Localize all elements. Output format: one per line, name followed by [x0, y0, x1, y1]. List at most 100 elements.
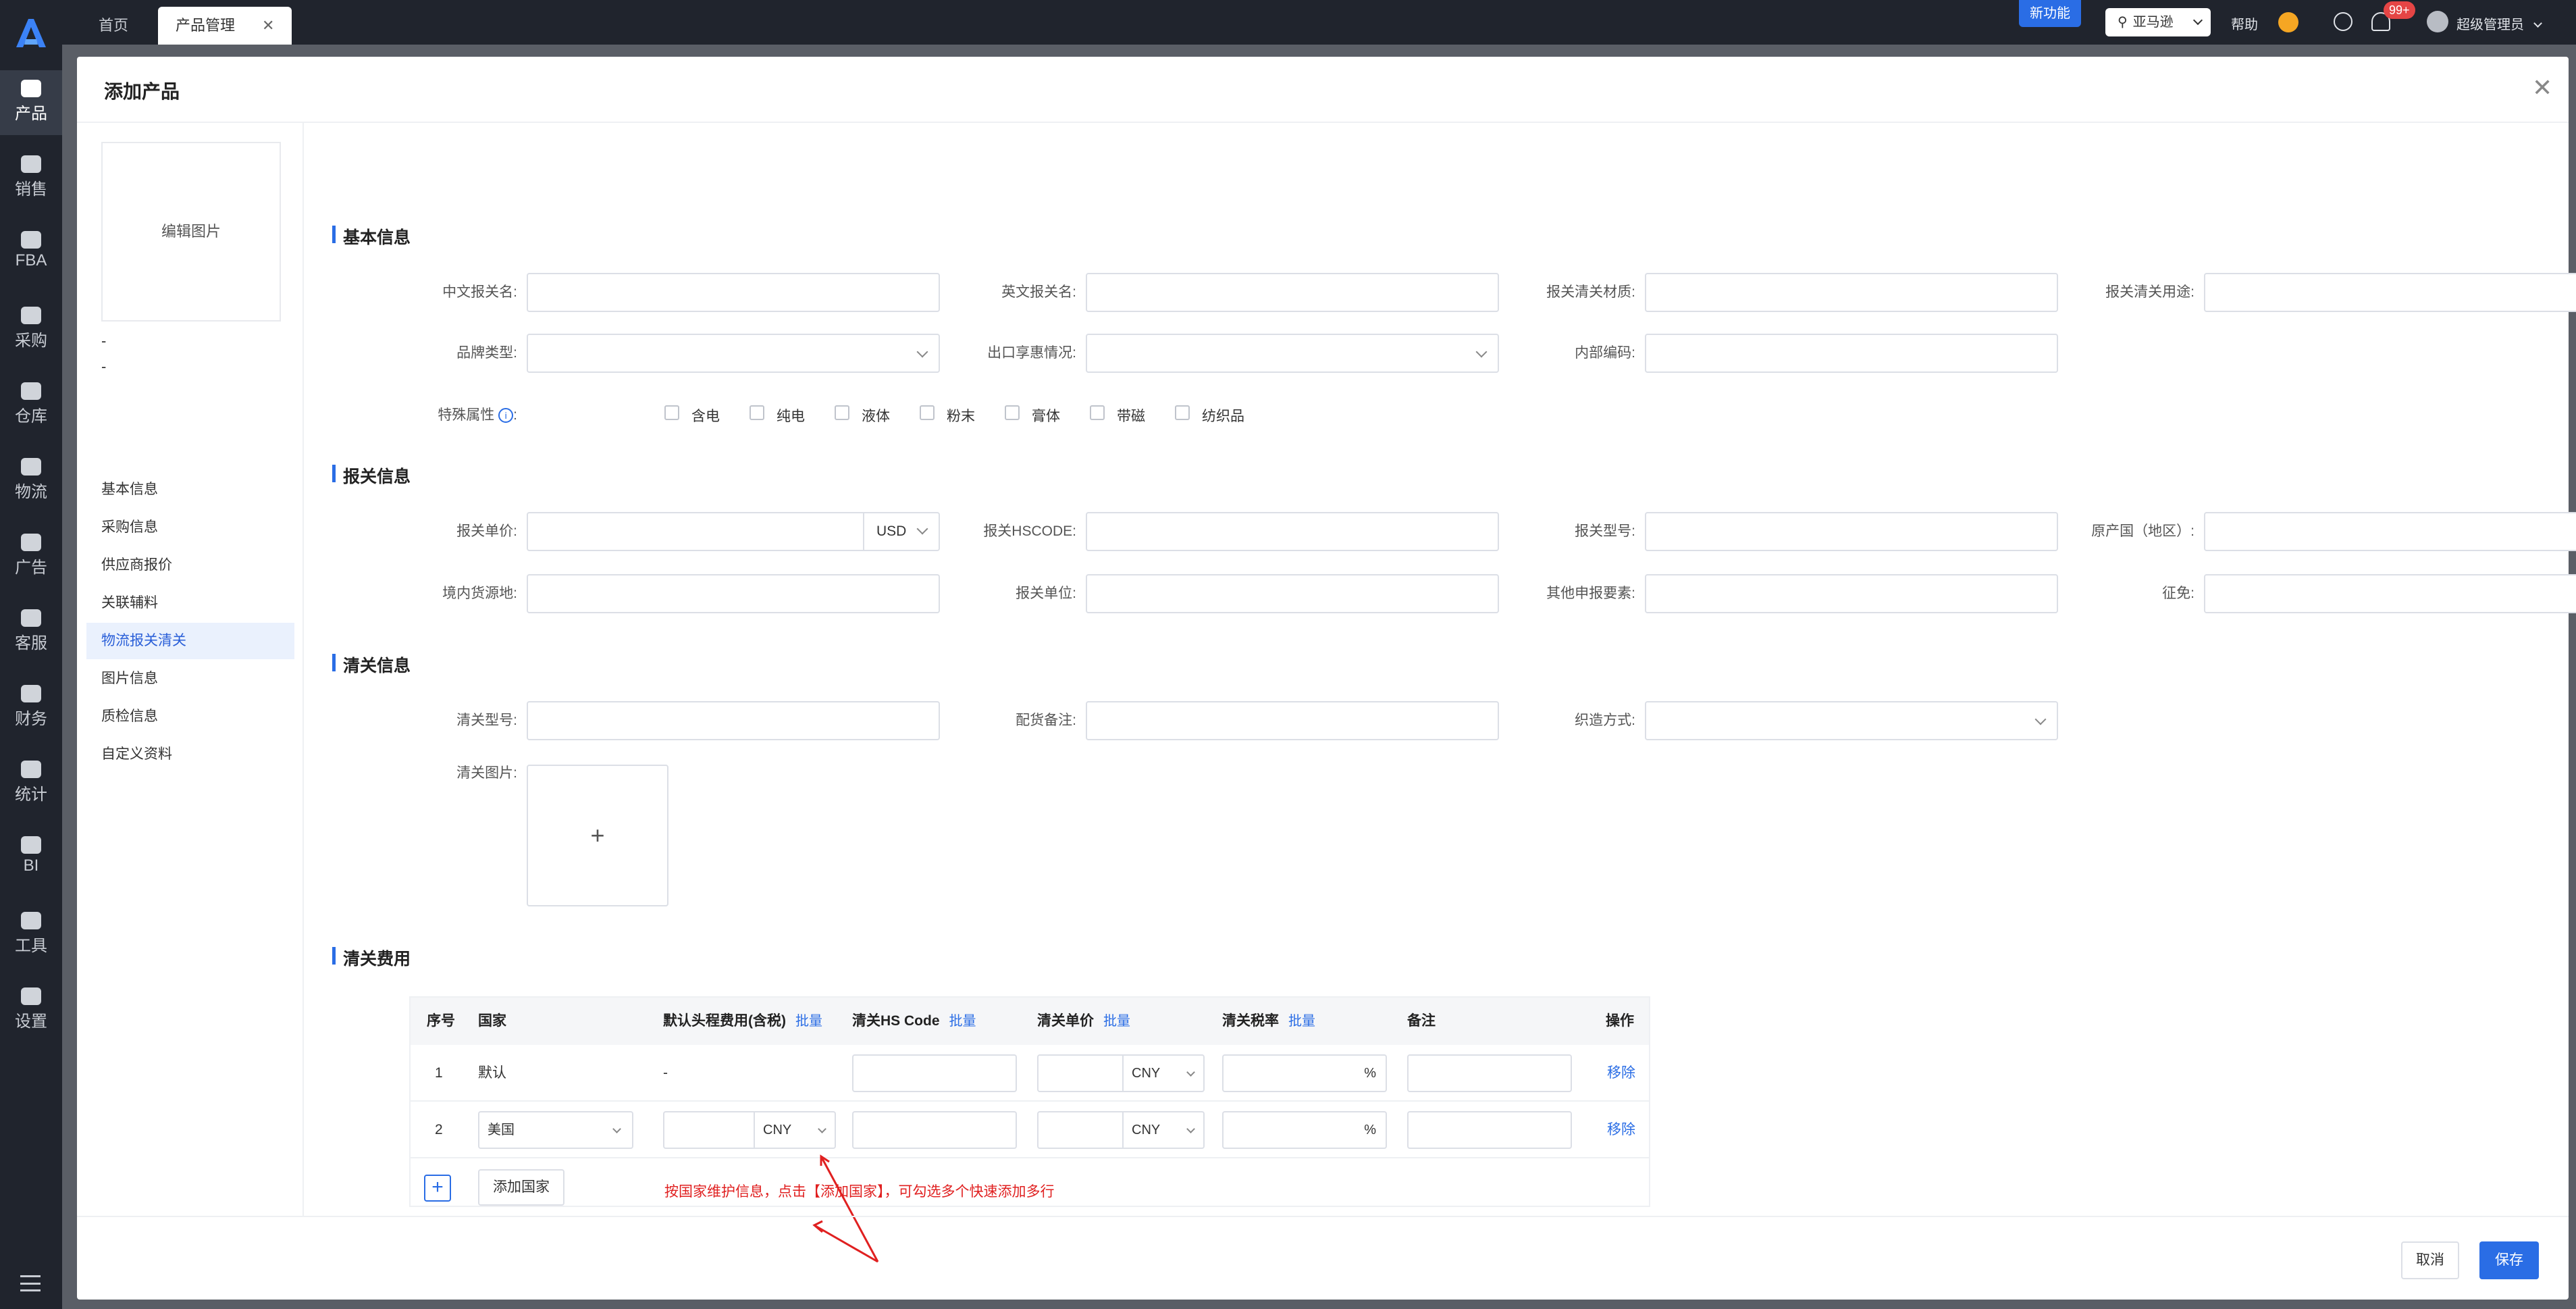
- tab-home[interactable]: 首页: [81, 7, 146, 45]
- avatar[interactable]: [2427, 11, 2448, 32]
- close-icon[interactable]: ✕: [262, 17, 274, 34]
- cn-name-input[interactable]: [527, 273, 940, 312]
- checkbox-magnetic[interactable]: [1090, 405, 1105, 420]
- usage-input[interactable]: [2204, 273, 2576, 312]
- nav-item-bi[interactable]: BI: [0, 827, 62, 892]
- close-icon[interactable]: ✕: [2532, 76, 2552, 100]
- origin-input[interactable]: [2204, 512, 2576, 551]
- add-product-modal: 添加产品 ✕ 编辑图片 - - 基本信息 采购信息 供应商报价 关联辅料 物流报…: [77, 57, 2576, 1300]
- side-item-custom[interactable]: 自定义资料: [86, 736, 294, 773]
- currency-value: CNY: [1132, 1123, 1161, 1137]
- notification-badge: 99+: [2384, 1, 2415, 19]
- side-item-accessory[interactable]: 关联辅料: [86, 585, 294, 621]
- remove-link[interactable]: 移除: [1607, 1045, 1635, 1102]
- nav-item-ads[interactable]: 广告: [0, 524, 62, 589]
- image-upload-button[interactable]: +: [527, 765, 668, 906]
- nav-item-label: FBA: [15, 251, 47, 270]
- nav-item-service[interactable]: 客服: [0, 600, 62, 665]
- side-item-qc[interactable]: 质检信息: [86, 698, 294, 735]
- nav-item-stats[interactable]: 统计: [0, 751, 62, 816]
- batch-link[interactable]: 批量: [1103, 1014, 1130, 1029]
- side-item-purchase[interactable]: 采购信息: [86, 509, 294, 546]
- nav-item-purchase[interactable]: 采购: [0, 297, 62, 362]
- currency-value: USD: [876, 523, 907, 539]
- help-link[interactable]: 帮助: [2231, 14, 2258, 33]
- tab-product-management[interactable]: 产品管理 ✕: [158, 7, 292, 45]
- remove-link[interactable]: 移除: [1607, 1102, 1635, 1158]
- checkbox-powder[interactable]: [920, 405, 935, 420]
- platform-selector[interactable]: ⚲ 亚马逊: [2105, 8, 2211, 36]
- checkbox-paste[interactable]: [1005, 405, 1020, 420]
- tax-rate-input[interactable]: %: [1222, 1111, 1387, 1149]
- clearance-model-input[interactable]: [527, 701, 940, 740]
- chevron-down-icon: [612, 1125, 621, 1133]
- save-button[interactable]: 保存: [2479, 1241, 2539, 1279]
- add-country-button[interactable]: 添加国家: [478, 1169, 564, 1206]
- other-elements-input[interactable]: [1645, 574, 2058, 613]
- tax-rate-input[interactable]: %: [1222, 1054, 1387, 1092]
- material-input[interactable]: [1645, 273, 2058, 312]
- side-item-basic[interactable]: 基本信息: [86, 471, 294, 508]
- note-input[interactable]: [1407, 1111, 1572, 1149]
- clearance-model-label: 清关型号:: [456, 713, 517, 728]
- weaving-select[interactable]: [1645, 701, 2058, 740]
- info-icon[interactable]: i: [498, 408, 514, 424]
- col-no: 序号: [427, 1013, 455, 1029]
- user-name: 超级管理员: [2456, 18, 2524, 32]
- head-fee-currency-select[interactable]: CNY: [754, 1111, 836, 1149]
- note-input[interactable]: [1407, 1054, 1572, 1092]
- unit-price-input[interactable]: [1037, 1054, 1124, 1092]
- nav-item-fba[interactable]: FBA: [0, 222, 62, 286]
- edit-image-button[interactable]: 编辑图片: [101, 142, 281, 322]
- nav-item-warehouse[interactable]: 仓库: [0, 373, 62, 438]
- user-menu[interactable]: 超级管理员: [2456, 14, 2542, 33]
- menu-collapse-icon[interactable]: [20, 1275, 41, 1291]
- hscode-input[interactable]: [1086, 512, 1499, 551]
- currency-select[interactable]: USD: [863, 513, 940, 550]
- new-feature-badge[interactable]: 新功能: [2019, 0, 2081, 27]
- country-value: 美国: [488, 1123, 515, 1137]
- row-country: 默认: [478, 1065, 506, 1081]
- batch-link[interactable]: 批量: [949, 1014, 976, 1029]
- side-item-images[interactable]: 图片信息: [86, 661, 294, 697]
- customs-unit-input[interactable]: [1086, 574, 1499, 613]
- app-logo-icon[interactable]: [12, 15, 50, 50]
- add-row-button[interactable]: +: [424, 1175, 451, 1202]
- customs-model-input[interactable]: [1645, 512, 2058, 551]
- unit-price-input[interactable]: USD: [527, 512, 940, 551]
- distribution-remark-input[interactable]: [1086, 701, 1499, 740]
- checkbox-battery[interactable]: [664, 405, 679, 420]
- exempt-input[interactable]: [2204, 574, 2576, 613]
- hs-code-input[interactable]: [852, 1111, 1017, 1149]
- nav-item-finance[interactable]: 财务: [0, 675, 62, 740]
- source-input[interactable]: [527, 574, 940, 613]
- checkbox-pure-battery[interactable]: [750, 405, 764, 420]
- export-benefit-select[interactable]: [1086, 334, 1499, 373]
- currency-select[interactable]: CNY: [1122, 1054, 1205, 1092]
- head-fee-input[interactable]: [663, 1111, 755, 1149]
- warehouse-icon: [21, 382, 41, 400]
- nav-item-settings[interactable]: 设置: [0, 978, 62, 1043]
- cancel-button[interactable]: 取消: [2401, 1241, 2459, 1279]
- unit-price-input[interactable]: [1037, 1111, 1124, 1149]
- nav-item-tools[interactable]: 工具: [0, 902, 62, 967]
- nav-item-sales[interactable]: 销售: [0, 146, 62, 211]
- internal-code-input[interactable]: [1645, 334, 2058, 373]
- nav-item-product[interactable]: 产品: [0, 70, 62, 135]
- download-icon[interactable]: [2334, 12, 2352, 31]
- en-name-input[interactable]: [1086, 273, 1499, 312]
- side-item-logistics[interactable]: 物流报关清关: [86, 623, 294, 659]
- batch-link[interactable]: 批量: [795, 1014, 822, 1029]
- hs-code-input[interactable]: [852, 1054, 1017, 1092]
- support-icon[interactable]: [2278, 12, 2298, 32]
- hscode-label: 报关HSCODE:: [983, 523, 1076, 539]
- side-item-supplier[interactable]: 供应商报价: [86, 547, 294, 584]
- col-head-fee: 默认头程费用(含税) 批量: [663, 998, 822, 1045]
- batch-link[interactable]: 批量: [1288, 1014, 1315, 1029]
- country-select[interactable]: 美国: [478, 1111, 633, 1149]
- currency-select[interactable]: CNY: [1122, 1111, 1205, 1149]
- checkbox-liquid[interactable]: [835, 405, 849, 420]
- brand-type-select[interactable]: [527, 334, 940, 373]
- checkbox-textile[interactable]: [1175, 405, 1190, 420]
- nav-item-logistics[interactable]: 物流: [0, 448, 62, 513]
